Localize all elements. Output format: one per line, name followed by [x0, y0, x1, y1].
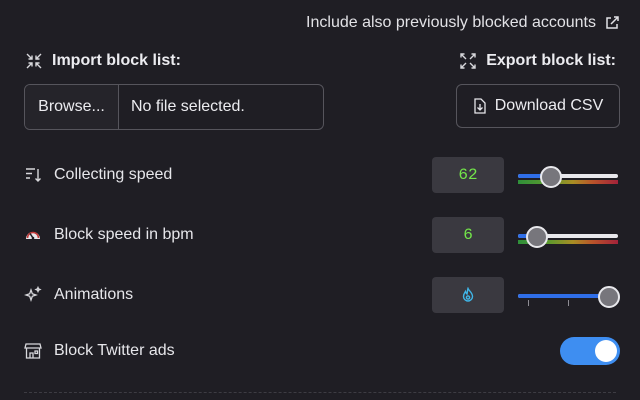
speed-risk-band — [518, 180, 618, 184]
block-speed-value[interactable]: 6 — [432, 217, 504, 253]
flame-icon — [462, 287, 474, 302]
collapse-arrows-icon — [26, 53, 42, 69]
sort-down-icon — [26, 168, 41, 182]
external-link-icon — [606, 16, 619, 29]
block-speed-label: Block speed in bpm — [54, 226, 194, 243]
export-label: Export block list: — [486, 52, 616, 69]
include-previously-blocked-label: Include also previously blocked accounts — [306, 14, 596, 31]
storefront-icon — [24, 343, 42, 359]
collecting-speed-label: Collecting speed — [54, 166, 173, 183]
collecting-speed-slider[interactable] — [518, 166, 618, 190]
slider-thumb[interactable] — [540, 166, 562, 188]
animations-slider[interactable] — [518, 286, 620, 310]
slider-fill — [518, 294, 608, 298]
download-csv-button[interactable]: Download CSV — [456, 84, 620, 128]
section-divider — [24, 392, 616, 393]
animations-row: Animations — [24, 286, 133, 304]
file-input[interactable]: Browse... No file selected. — [24, 84, 324, 130]
block-speed-slider[interactable] — [518, 226, 618, 250]
collecting-speed-row: Collecting speed — [24, 166, 172, 184]
import-header: Import block list: — [26, 52, 181, 70]
file-status: No file selected. — [131, 98, 245, 115]
toggle-knob — [595, 340, 617, 362]
import-label: Import block list: — [52, 52, 181, 69]
slider-thumb[interactable] — [526, 226, 548, 248]
expand-arrows-icon — [460, 53, 476, 69]
block-ads-row: Block Twitter ads — [24, 342, 175, 360]
block-ads-label: Block Twitter ads — [54, 342, 175, 359]
speedometer-icon — [26, 231, 40, 240]
file-download-icon — [474, 98, 486, 114]
download-csv-label: Download CSV — [494, 97, 604, 114]
block-speed-row: Block speed in bpm — [24, 226, 194, 244]
block-ads-toggle[interactable] — [560, 337, 620, 365]
browse-button[interactable]: Browse... — [25, 85, 119, 129]
animations-label: Animations — [54, 286, 134, 303]
sparkles-icon — [24, 286, 42, 302]
animations-value[interactable] — [432, 277, 504, 313]
slider-thumb[interactable] — [598, 286, 620, 308]
include-previously-blocked-link[interactable]: Include also previously blocked accounts — [306, 14, 620, 32]
collecting-speed-value[interactable]: 62 — [432, 157, 504, 193]
export-header: Export block list: — [460, 52, 616, 70]
